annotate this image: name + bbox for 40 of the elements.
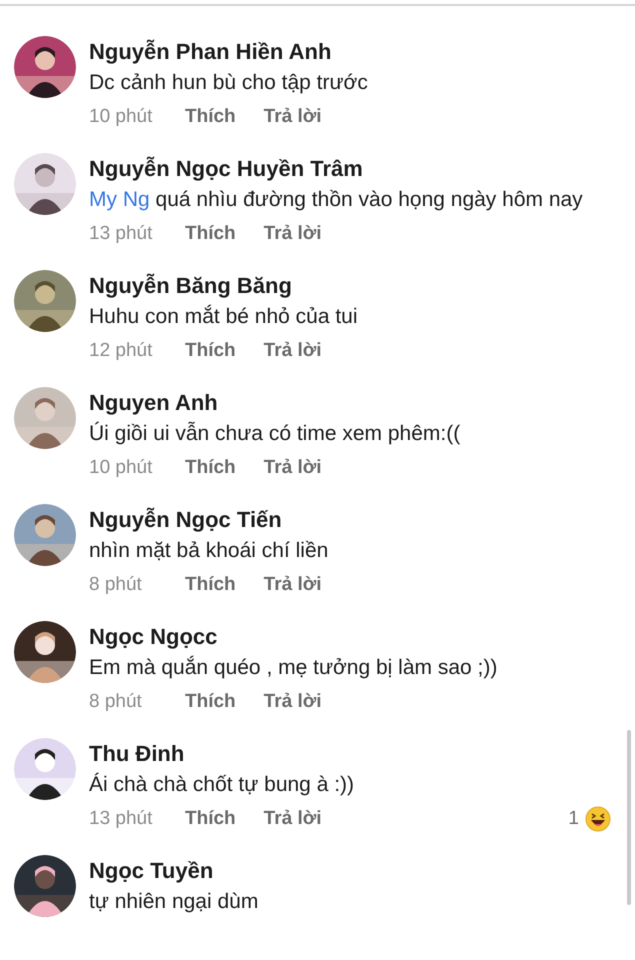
commenter-name[interactable]: Nguyễn Ngọc Tiến [89, 505, 611, 535]
laughing-emoji-icon [585, 806, 611, 832]
comment-text: My Ng quá nhìu đường thồn vào họng ngày hôm nay [89, 187, 584, 213]
commenter-name[interactable]: Nguyễn Ngọc Huyền Trâm [89, 154, 611, 184]
mention-link[interactable]: My Ng [89, 188, 150, 211]
reply-link[interactable]: Trả lời [264, 220, 322, 248]
commenter-name[interactable]: Thu Đinh [89, 739, 611, 769]
comment-time: 8 phút [89, 690, 143, 714]
comment-time: 13 phút [89, 806, 154, 831]
comment-time: 8 phút [89, 572, 143, 597]
comment-text: Em mà quắn quéo , mẹ tưởng bị làm sao ;)) [89, 654, 498, 681]
reply-link[interactable]: Trả lời [264, 102, 322, 132]
like-link[interactable]: Thích [185, 688, 236, 716]
reply-link[interactable]: Trả lời [264, 336, 322, 366]
like-link[interactable]: Thích [185, 804, 236, 834]
reaction-count: 1 [568, 806, 579, 831]
comment-text: Úi giồi ui vẫn chưa có time xem phêm:(( [89, 420, 462, 447]
commenter-name[interactable]: Ngọc Tuyền [89, 856, 611, 886]
commenter-name[interactable]: Nguyen Anh [89, 388, 611, 418]
like-link[interactable]: Thích [185, 570, 236, 600]
commenter-name[interactable]: Nguyễn Băng Băng [89, 271, 611, 301]
reply-link[interactable]: Trả lời [264, 570, 322, 600]
comment-time: 12 phút [89, 338, 154, 363]
commenter-name[interactable]: Ngọc Ngọcc [89, 622, 611, 652]
comment-text: Huhu con mắt bé nhỏ của tui [89, 304, 359, 330]
comment-text: Ái chà chà chốt tự bung à :)) [89, 772, 356, 798]
like-link[interactable]: Thích [185, 220, 236, 248]
like-link[interactable]: Thích [185, 336, 236, 366]
comment-time: 13 phút [89, 222, 154, 246]
comment-text: tự nhiên ngại dùm [89, 889, 260, 915]
comment-time: 10 phút [89, 104, 154, 129]
reply-link[interactable]: Trả lời [264, 454, 322, 482]
reply-link[interactable]: Trả lời [264, 688, 322, 716]
commenter-name[interactable]: Nguyễn Phan Hiền Anh [89, 37, 611, 67]
comment-text: nhìn mặt bả khoái chí liền [89, 538, 330, 564]
like-link[interactable]: Thích [185, 454, 236, 482]
comment-time: 10 phút [89, 456, 154, 480]
comment-text: Dc cảnh hun bù cho tập trước [89, 70, 369, 96]
like-link[interactable]: Thích [185, 102, 236, 132]
reply-link[interactable]: Trả lời [264, 804, 322, 834]
